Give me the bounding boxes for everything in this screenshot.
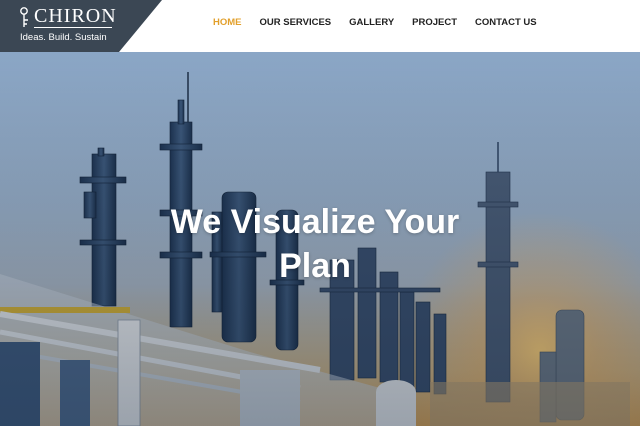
brand-tagline: Ideas. Build. Sustain: [20, 32, 107, 43]
nav-home[interactable]: HOME: [213, 17, 242, 29]
nav-our-services[interactable]: OUR SERVICES: [260, 17, 332, 29]
brand-logo[interactable]: CHIRON Ideas. Build. Sustain: [0, 0, 162, 52]
hero-title: We Visualize Your Plan: [170, 203, 460, 285]
brand-name: CHIRON: [34, 5, 117, 27]
key-icon: [20, 7, 28, 27]
main-nav: HOME OUR SERVICES GALLERY PROJECT CONTAC…: [213, 17, 555, 29]
site-header: CHIRON Ideas. Build. Sustain HOME OUR SE…: [0, 0, 640, 52]
brand-divider: [34, 27, 112, 28]
hero-banner: We Visualize Your Plan: [0, 52, 640, 426]
nav-gallery[interactable]: GALLERY: [349, 17, 394, 29]
nav-project[interactable]: PROJECT: [412, 17, 457, 29]
nav-contact-us[interactable]: CONTACT US: [475, 17, 537, 29]
